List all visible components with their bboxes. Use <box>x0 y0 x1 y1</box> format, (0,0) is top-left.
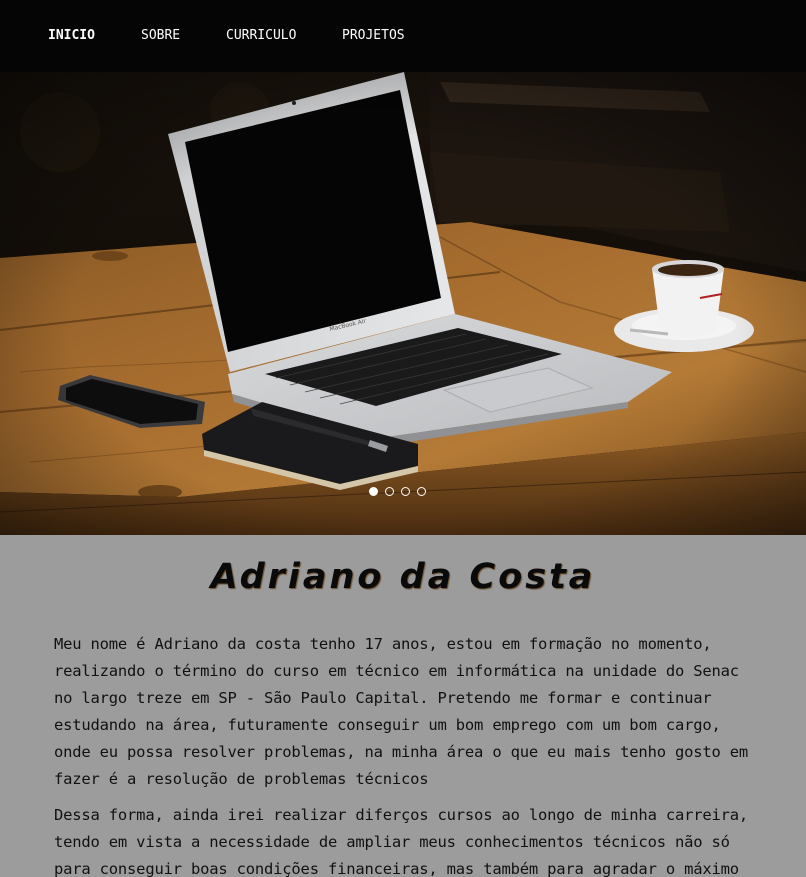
nav-item-inicio[interactable]: INICIO <box>48 28 95 43</box>
carousel-dot-3[interactable] <box>401 487 410 496</box>
about-paragraph-2: Dessa forma, ainda irei realizar diferço… <box>54 806 749 877</box>
nav-item-curriculo[interactable]: CURRICULO <box>226 28 296 43</box>
carousel-dot-1[interactable] <box>369 487 378 496</box>
nav-item-sobre[interactable]: SOBRE <box>141 28 180 43</box>
hero-image: MacBook Air <box>0 72 806 535</box>
hero-carousel: MacBook Air <box>0 72 806 535</box>
profile-name: Adriano da Costa <box>210 557 596 597</box>
about-paragraph-1: Meu nome é Adriano da costa tenho 17 ano… <box>54 635 749 788</box>
top-navbar: INICIO SOBRE CURRICULO PROJETOS <box>0 0 806 72</box>
about-section: Adriano da Costa Meu nome é Adriano da c… <box>0 535 806 877</box>
carousel-dot-2[interactable] <box>385 487 394 496</box>
carousel-dot-4[interactable] <box>417 487 426 496</box>
nav-item-projetos[interactable]: PROJETOS <box>342 28 405 43</box>
carousel-indicators <box>369 487 426 499</box>
